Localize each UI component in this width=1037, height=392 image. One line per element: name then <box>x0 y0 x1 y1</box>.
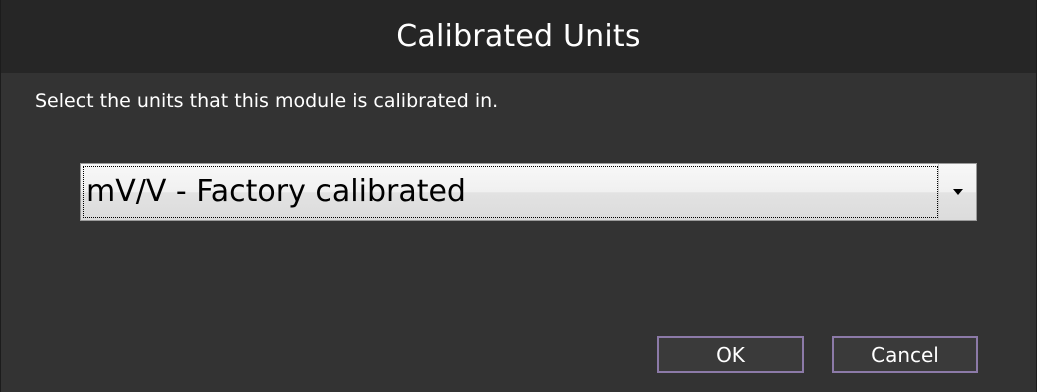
ok-button[interactable]: OK <box>657 336 804 373</box>
units-dropdown[interactable]: mV/V - Factory calibrated <box>80 163 977 221</box>
dialog-titlebar[interactable]: Calibrated Units <box>1 0 1036 73</box>
chevron-down-icon <box>952 189 963 195</box>
calibrated-units-dialog: Calibrated Units Select the units that t… <box>0 0 1037 392</box>
dropdown-button[interactable] <box>938 164 976 220</box>
units-dropdown-value: mV/V - Factory calibrated <box>83 166 938 218</box>
cancel-button[interactable]: Cancel <box>832 336 978 373</box>
instruction-text: Select the units that this module is cal… <box>35 90 499 112</box>
dialog-title: Calibrated Units <box>396 18 641 54</box>
